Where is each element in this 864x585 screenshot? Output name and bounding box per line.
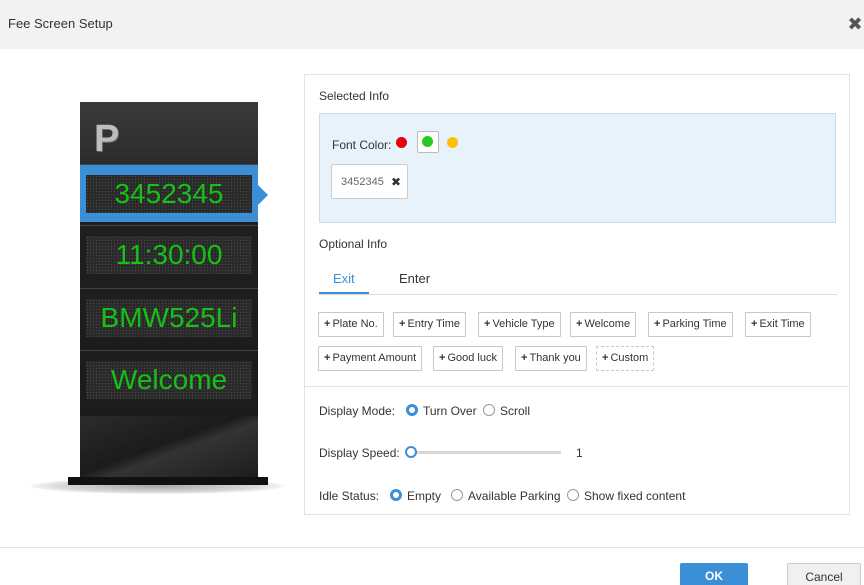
font-color-yellow[interactable] xyxy=(447,137,458,148)
close-icon[interactable]: ✖ xyxy=(391,175,401,189)
led-line-1[interactable]: 3452345 xyxy=(80,164,258,222)
plus-icon: + xyxy=(576,318,583,330)
display-mode-label: Display Mode: xyxy=(319,404,396,418)
parking-logo: P xyxy=(94,118,120,160)
plus-icon: + xyxy=(654,318,661,330)
chip-label: Custom xyxy=(610,352,649,364)
led-tower-base xyxy=(80,416,258,480)
chip-good-luck[interactable]: + Good luck xyxy=(433,346,503,371)
chip-label: Welcome xyxy=(584,318,631,330)
optional-info-tabs: Exit Enter xyxy=(319,263,837,295)
ok-button[interactable]: OK xyxy=(680,563,748,585)
chip-exit-time[interactable]: + Exit Time xyxy=(745,312,811,337)
plus-icon: + xyxy=(602,352,609,364)
display-mode-turn-over-label: Turn Over xyxy=(423,404,477,418)
led-panel: BMW525Li xyxy=(86,299,252,337)
selected-info-box: Font Color: 3452345 ✖ xyxy=(319,113,836,223)
tag-label: 3452345 xyxy=(341,176,384,188)
footer-divider xyxy=(0,547,864,548)
led-panel: Welcome xyxy=(86,361,252,399)
idle-status-show-fixed-content-radio[interactable] xyxy=(567,489,579,501)
dialog-title: Fee Screen Setup xyxy=(8,16,113,31)
chip-label: Parking Time xyxy=(662,318,727,330)
led-panel: 3452345 xyxy=(86,175,252,213)
plus-icon: + xyxy=(751,318,758,330)
font-color-red[interactable] xyxy=(396,137,407,148)
chip-label: Good luck xyxy=(447,352,497,364)
display-speed-value: 1 xyxy=(576,446,583,460)
idle-status-empty-label: Empty xyxy=(407,489,442,503)
led-line-4[interactable]: Welcome xyxy=(80,350,258,408)
dialog-titlebar: Fee Screen Setup ✖ xyxy=(0,0,864,49)
plus-icon: + xyxy=(521,352,528,364)
display-speed-slider-handle[interactable] xyxy=(405,446,417,458)
chip-label: Thank you xyxy=(529,352,581,364)
font-color-green[interactable] xyxy=(422,136,433,147)
led-line-2[interactable]: 11:30:00 xyxy=(80,225,258,283)
close-icon[interactable]: ✖ xyxy=(846,14,864,34)
led-panel: 11:30:00 xyxy=(86,236,252,274)
led-line-3[interactable]: BMW525Li xyxy=(80,288,258,346)
idle-status-empty-radio[interactable] xyxy=(390,489,402,501)
display-mode-scroll-radio[interactable] xyxy=(483,404,495,416)
display-mode-scroll-label: Scroll xyxy=(500,404,531,418)
chip-label: Exit Time xyxy=(759,318,805,330)
selected-info-tag: 3452345 ✖ xyxy=(331,164,408,199)
display-speed-slider-track[interactable] xyxy=(411,451,561,454)
fee-screen-setup-dialog: Fee Screen Setup ✖ P 3452345 11:30:00 BM… xyxy=(0,0,864,585)
chip-custom[interactable]: + Custom xyxy=(596,346,655,371)
chip-label: Plate No. xyxy=(332,318,378,330)
chip-label: Vehicle Type xyxy=(492,318,555,330)
idle-status-available-parking-radio[interactable] xyxy=(451,489,463,501)
chip-vehicle-type[interactable]: + Vehicle Type xyxy=(478,312,561,337)
led-tower-foot xyxy=(68,477,268,485)
chip-payment-amount[interactable]: + Payment Amount xyxy=(318,346,423,371)
plus-icon: + xyxy=(484,318,491,330)
chip-label: Entry Time xyxy=(407,318,461,330)
plus-icon: + xyxy=(324,318,331,330)
led-line-text: BMW525Li xyxy=(100,302,238,333)
panel-divider xyxy=(305,386,849,387)
plus-icon: + xyxy=(439,352,446,364)
display-mode-turn-over-radio[interactable] xyxy=(406,404,418,416)
tab-enter[interactable]: Enter xyxy=(399,271,430,286)
led-line-text: 3452345 xyxy=(114,178,224,209)
optional-info-label: Optional Info xyxy=(319,237,388,251)
cancel-button[interactable]: Cancel xyxy=(787,563,861,585)
plus-icon: + xyxy=(324,352,331,364)
plus-icon: + xyxy=(399,318,406,330)
idle-status-label: Idle Status: xyxy=(319,489,380,503)
led-line-text: 11:30:00 xyxy=(115,239,223,270)
display-speed-label: Display Speed: xyxy=(319,446,400,460)
idle-status-show-fixed-content-label: Show fixed content xyxy=(584,489,686,503)
chip-label: Payment Amount xyxy=(332,352,417,364)
idle-status-available-parking-label: Available Parking xyxy=(468,489,561,503)
font-color-label: Font Color: xyxy=(332,138,392,152)
active-tab-indicator xyxy=(319,292,369,294)
led-screen-preview: P 3452345 11:30:00 BMW525Li Welcome xyxy=(20,100,300,500)
led-line-text: Welcome xyxy=(110,364,228,395)
selected-info-label: Selected Info xyxy=(319,89,390,103)
settings-panel: Selected Info Font Color: 3452345 ✖ Opti… xyxy=(304,74,850,515)
tab-exit[interactable]: Exit xyxy=(333,271,355,286)
selected-line-arrow-icon xyxy=(258,185,268,205)
chip-parking-time[interactable]: + Parking Time xyxy=(648,312,733,337)
chip-thank-you[interactable]: + Thank you xyxy=(515,346,587,371)
chip-plate-no[interactable]: + Plate No. xyxy=(318,312,384,337)
chip-entry-time[interactable]: + Entry Time xyxy=(393,312,467,337)
chip-welcome[interactable]: + Welcome xyxy=(570,312,637,337)
